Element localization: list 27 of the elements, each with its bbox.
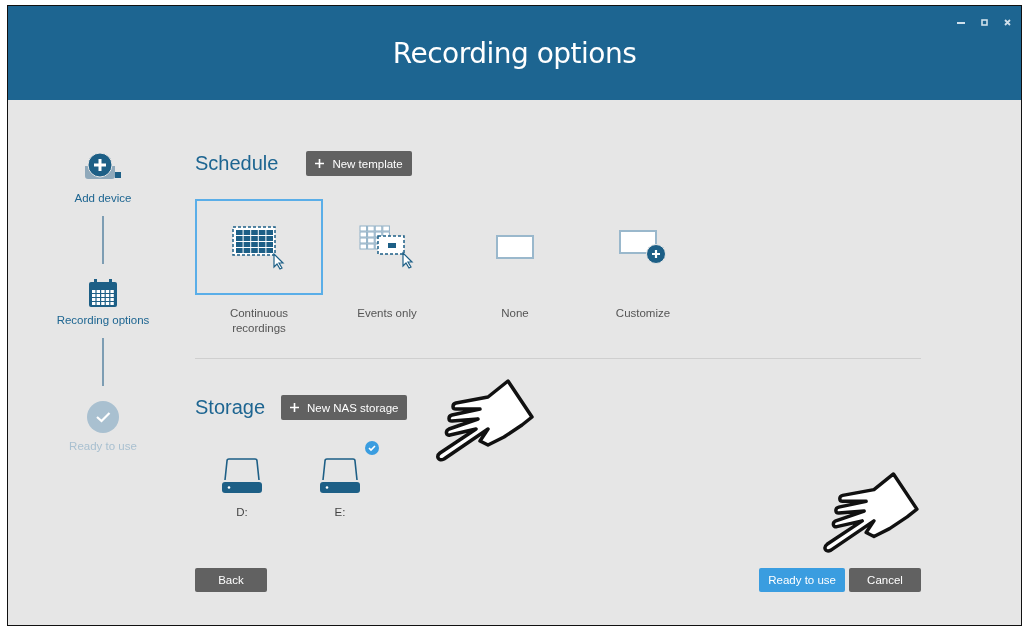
option-label: Continuous recordings	[228, 306, 290, 336]
option-label: Customize	[614, 306, 672, 321]
step-label: Ready to use	[69, 440, 137, 452]
hard-drive-icon[interactable]	[221, 458, 263, 494]
close-icon[interactable]	[1004, 19, 1011, 26]
hard-drive-icon[interactable]	[319, 458, 361, 494]
drive-label: D:	[236, 506, 248, 518]
cancel-button[interactable]: Cancel	[849, 568, 921, 592]
step-label: Add device	[74, 192, 132, 204]
rectangle-plus-icon	[619, 230, 667, 264]
section-title: Storage	[195, 396, 266, 419]
new-nas-storage-button[interactable]: New NAS storage	[281, 395, 408, 420]
partial-grid-icon	[358, 224, 416, 270]
schedule-option-tile[interactable]	[195, 199, 323, 295]
plus-icon	[290, 403, 300, 412]
maximize-icon[interactable]	[981, 19, 988, 26]
window-title: Recording options	[392, 36, 637, 70]
drive-label: E:	[334, 506, 346, 518]
step-label: Recording options	[56, 314, 150, 326]
plus-icon	[315, 159, 325, 168]
section-title: Schedule	[195, 152, 279, 175]
option-label: None	[500, 306, 530, 321]
back-button[interactable]: Back	[195, 568, 267, 592]
minimize-icon[interactable]	[957, 21, 965, 24]
empty-rectangle-icon	[496, 235, 534, 259]
option-label: Events only	[356, 306, 418, 321]
new-template-button[interactable]: New template	[306, 151, 412, 176]
